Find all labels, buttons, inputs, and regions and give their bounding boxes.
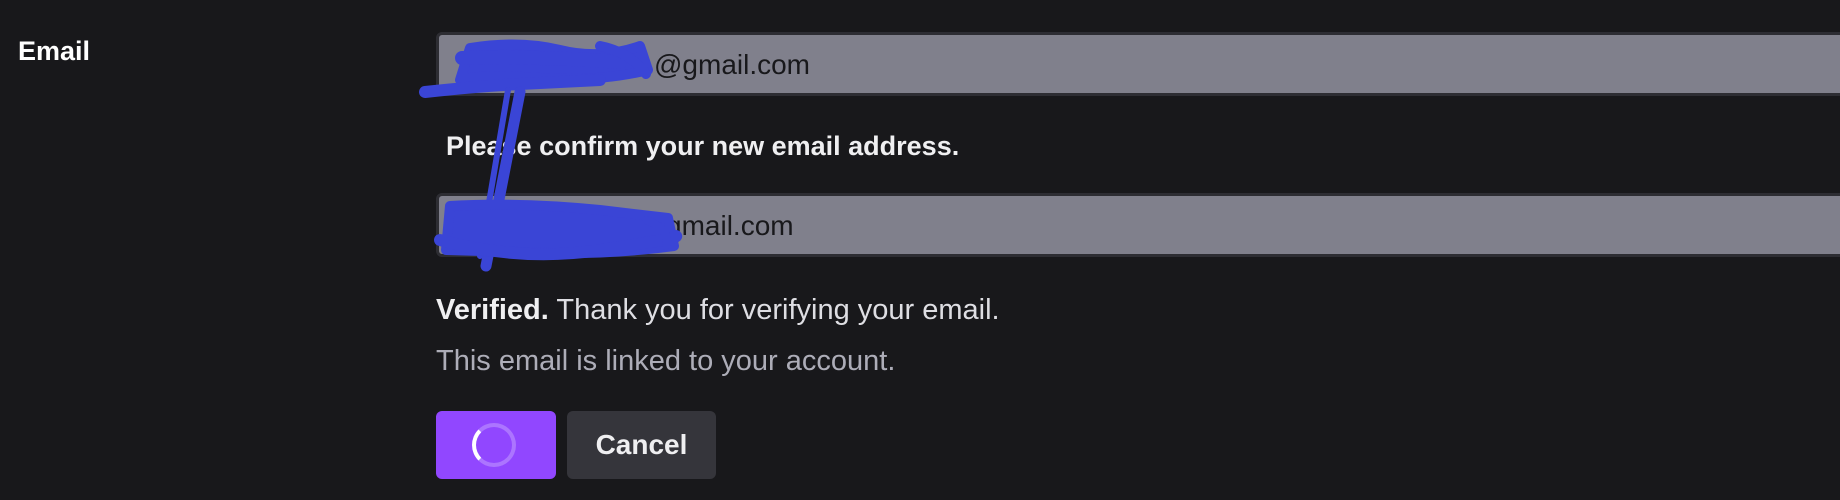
confirm-email-prompt: Please confirm your new email address. xyxy=(446,131,960,161)
verification-status: Verified. Thank you for verifying your e… xyxy=(436,294,1000,327)
save-button[interactable] xyxy=(436,411,556,479)
verified-message: Thank you for verifying your email. xyxy=(548,294,1000,326)
cancel-button[interactable]: Cancel xyxy=(567,411,716,479)
email-input[interactable]: @gmail.com xyxy=(436,32,1840,96)
verified-label: Verified. xyxy=(436,294,549,326)
email-section-label: Email xyxy=(18,36,91,66)
confirm-email-input[interactable]: gmail.com xyxy=(436,193,1840,257)
linked-account-note: This email is linked to your account. xyxy=(436,345,896,377)
spinner-icon xyxy=(472,423,516,467)
email-input-control[interactable] xyxy=(439,35,1840,93)
confirm-email-input-control[interactable] xyxy=(439,196,1840,254)
